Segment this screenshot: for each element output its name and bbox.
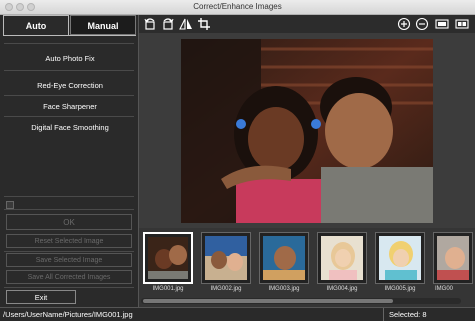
thumbnail-image xyxy=(263,236,305,280)
ok-button[interactable]: OK xyxy=(6,214,132,230)
digital-face-smoothing-option[interactable]: Digital Face Smoothing xyxy=(8,123,132,132)
status-bar: /Users/UserName/Pictures/IMG001.jpg Sele… xyxy=(0,307,475,321)
zoom-in-icon[interactable] xyxy=(397,17,411,31)
thumbnail-label: IMG001.jpg xyxy=(152,286,184,292)
save-all-corrected-images-button[interactable]: Save All Corrected Images xyxy=(6,270,132,284)
thumbnail-image xyxy=(379,236,421,280)
thumbnail[interactable] xyxy=(201,232,251,284)
thumbnail[interactable] xyxy=(143,232,193,284)
thumbnail[interactable] xyxy=(259,232,309,284)
image-toolbar xyxy=(139,15,475,33)
thumbnail[interactable] xyxy=(433,232,473,284)
rotate-left-icon[interactable] xyxy=(143,17,157,31)
rotate-right-icon[interactable] xyxy=(161,17,175,31)
thumbnail-label: IMG002.jpg xyxy=(210,286,242,292)
zoom-out-icon[interactable] xyxy=(415,17,429,31)
compare-view-icon[interactable] xyxy=(455,17,469,31)
file-path: /Users/UserName/Pictures/IMG001.jpg xyxy=(3,310,133,319)
image-preview-area xyxy=(139,33,475,228)
thumbnail-label: IMG00 xyxy=(435,286,454,292)
reset-selected-image-button[interactable]: Reset Selected Image xyxy=(6,234,132,248)
title-bar: Correct/Enhance Images xyxy=(0,0,475,15)
divider xyxy=(4,43,134,44)
thumbnail-label: IMG003.jpg xyxy=(268,286,300,292)
selected-count: Selected: 8 xyxy=(389,310,427,319)
save-selected-image-button[interactable]: Save Selected Image xyxy=(6,253,132,267)
thumbnail[interactable] xyxy=(317,232,367,284)
divider xyxy=(4,209,134,210)
thumbnail[interactable] xyxy=(375,232,425,284)
scrollbar-thumb[interactable] xyxy=(143,299,393,303)
tab-underline xyxy=(3,35,136,36)
window-title: Correct/Enhance Images xyxy=(193,2,282,11)
tab-manual[interactable]: Manual xyxy=(70,15,136,35)
tab-auto[interactable]: Auto xyxy=(3,15,69,35)
thumbnail-scrollbar[interactable] xyxy=(141,298,461,304)
correction-panel: Auto Manual Auto Photo Fix Red-Eye Corre… xyxy=(0,15,139,307)
divider xyxy=(4,70,134,71)
divider xyxy=(4,251,134,252)
crop-icon[interactable] xyxy=(197,17,211,31)
thumbnail-image xyxy=(321,236,363,280)
thumbnail-image xyxy=(205,236,247,280)
flip-icon[interactable] xyxy=(179,17,193,31)
divider xyxy=(4,116,134,117)
thumbnail-strip: IMG001.jpg IMG002.jpg IMG003.jpg IMG004.… xyxy=(139,228,475,308)
thumbnail-label: IMG004.jpg xyxy=(326,286,358,292)
exit-button[interactable]: Exit xyxy=(6,290,76,304)
auto-photo-fix-option[interactable]: Auto Photo Fix xyxy=(8,54,132,63)
apply-checkbox[interactable] xyxy=(6,201,14,209)
thumbnail-label: IMG005.jpg xyxy=(384,286,416,292)
status-divider xyxy=(383,308,384,321)
single-view-icon[interactable] xyxy=(435,17,449,31)
thumbnail-image xyxy=(437,236,469,280)
face-sharpener-option[interactable]: Face Sharpener xyxy=(8,102,132,111)
thumbnail-image xyxy=(148,237,188,279)
divider xyxy=(4,287,134,288)
preview-image[interactable] xyxy=(181,39,433,223)
divider xyxy=(4,196,134,197)
divider xyxy=(4,95,134,96)
red-eye-correction-option[interactable]: Red-Eye Correction xyxy=(8,81,132,90)
